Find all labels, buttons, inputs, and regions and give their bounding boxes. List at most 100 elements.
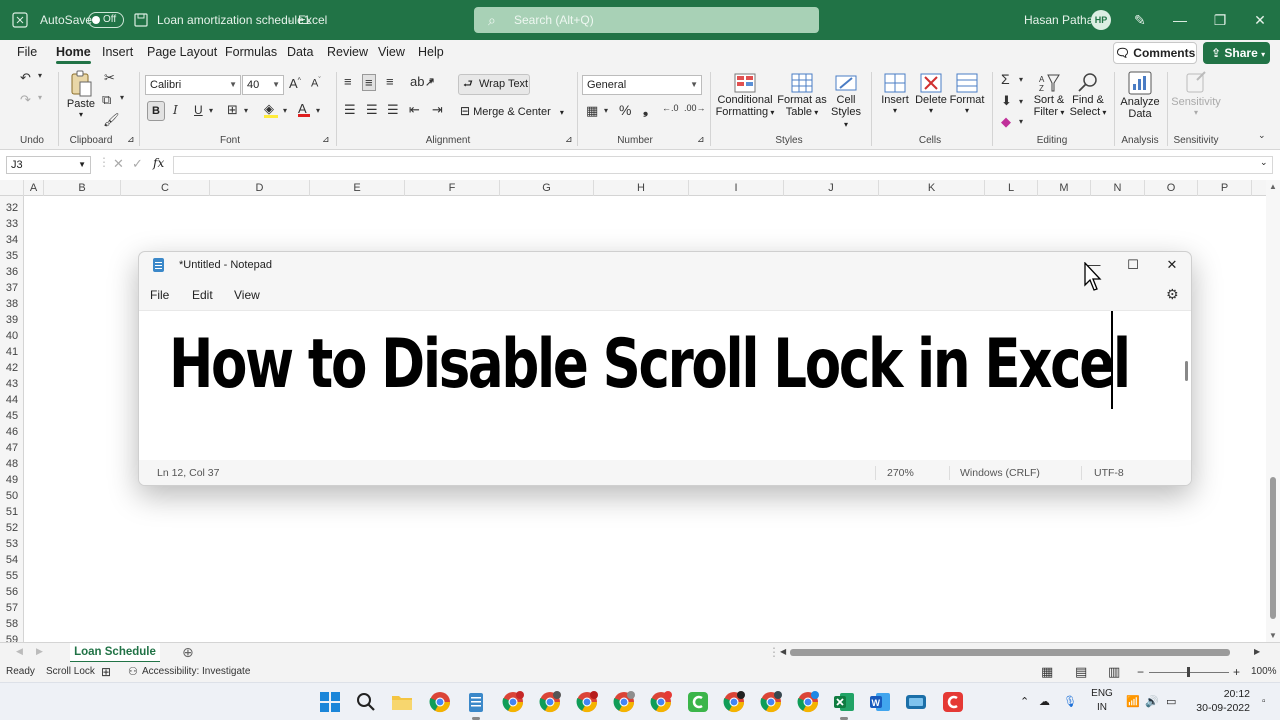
font-name-select[interactable]: Calibri ▼ — [145, 75, 241, 95]
column-header[interactable]: J — [784, 180, 879, 196]
row-header[interactable]: 56 — [0, 584, 23, 600]
row-header[interactable]: 49 — [0, 472, 23, 488]
find-select-button[interactable]: Find & Select ▾ — [1069, 72, 1107, 118]
row-header[interactable]: 48 — [0, 456, 23, 472]
notepad-taskbar-icon[interactable] — [464, 690, 488, 720]
chrome-profile-icon[interactable] — [649, 690, 673, 714]
row-header[interactable]: 47 — [0, 440, 23, 456]
column-header[interactable]: K — [879, 180, 985, 196]
column-header[interactable]: C — [121, 180, 210, 196]
tab-review[interactable]: Review — [327, 45, 368, 59]
tab-home[interactable]: Home — [56, 45, 91, 64]
sheet-tab-loan-schedule[interactable]: Loan Schedule — [70, 643, 160, 663]
row-header[interactable]: 52 — [0, 520, 23, 536]
row-header[interactable]: 50 — [0, 488, 23, 504]
italic-button[interactable]: I — [173, 103, 178, 117]
number-format-select[interactable]: General ▼ — [582, 75, 702, 95]
chevron-down-icon[interactable]: ▾ — [38, 93, 42, 102]
zoom-out-icon[interactable]: − — [1137, 662, 1144, 682]
chevron-down-icon[interactable]: ▾ — [429, 77, 433, 86]
row-header[interactable]: 40 — [0, 328, 23, 344]
row-header[interactable]: 43 — [0, 376, 23, 392]
chrome-profile-icon[interactable] — [612, 690, 636, 714]
user-name[interactable]: Hasan Pathan — [1024, 0, 1100, 40]
language-indicator[interactable]: ENG IN — [1090, 687, 1114, 715]
row-header[interactable]: 57 — [0, 600, 23, 616]
increase-decimal-icon[interactable]: ←.0 — [662, 103, 679, 113]
sort-filter-button[interactable]: AZ Sort & Filter ▾ — [1031, 72, 1067, 118]
row-header[interactable]: 37 — [0, 280, 23, 296]
row-header[interactable]: 35 — [0, 248, 23, 264]
accounting-format-icon[interactable]: ▦ — [586, 103, 598, 119]
column-header[interactable]: I — [689, 180, 784, 196]
page-break-view-icon[interactable]: ▥ — [1108, 662, 1120, 682]
row-header[interactable]: 32 — [0, 200, 23, 216]
zoom-slider-thumb[interactable] — [1187, 667, 1190, 677]
onedrive-icon[interactable]: ☁ — [1039, 683, 1050, 720]
chrome-profile-icon[interactable] — [759, 690, 783, 714]
font-size-select[interactable]: 40 ▼ — [242, 75, 284, 95]
save-icon[interactable] — [134, 0, 148, 40]
analyze-data-button[interactable]: Analyze Data — [1120, 70, 1160, 120]
clock[interactable]: 20:12 30-09-2022 — [1190, 687, 1250, 715]
status-zoom[interactable]: 100% — [1251, 662, 1277, 682]
cell-styles-button[interactable]: Cell Styles ▾ — [828, 72, 864, 130]
tab-file[interactable]: File — [17, 45, 37, 59]
excel-app-icon[interactable] — [12, 0, 28, 40]
camtasia-recorder-icon[interactable] — [941, 690, 965, 714]
tab-page-layout[interactable]: Page Layout — [147, 45, 217, 59]
maximize-icon[interactable]: ☐ — [1113, 252, 1153, 278]
format-cells-button[interactable]: Format ▾ — [949, 72, 985, 115]
redo-icon[interactable]: ↷ — [20, 92, 31, 108]
volume-icon[interactable]: 🔊 — [1145, 683, 1159, 720]
column-header[interactable]: F — [405, 180, 500, 196]
font-color-icon[interactable]: A — [298, 101, 310, 117]
chevron-down-icon[interactable]: ⌄ — [1260, 157, 1268, 168]
enter-icon[interactable]: ✓ — [132, 156, 143, 172]
row-header[interactable]: 46 — [0, 424, 23, 440]
chrome-profile-icon[interactable] — [538, 690, 562, 714]
row-header[interactable]: 33 — [0, 216, 23, 232]
file-explorer-icon[interactable] — [390, 690, 414, 714]
chevron-up-icon[interactable]: ⌃ — [1020, 683, 1029, 720]
merge-center-button[interactable]: ⊟ Merge & Center ▾ — [460, 104, 570, 118]
wrap-text-button[interactable]: ⮐ Wrap Text — [458, 74, 530, 95]
wifi-icon[interactable]: 📶 — [1126, 683, 1140, 720]
chevron-down-icon[interactable]: ▾ — [1019, 75, 1023, 84]
settings-gear-icon[interactable]: ⚙ — [1166, 286, 1179, 303]
row-header[interactable]: 53 — [0, 536, 23, 552]
insert-cells-button[interactable]: Insert ▾ — [878, 72, 912, 115]
fill-color-icon[interactable]: ◈ — [264, 101, 278, 118]
select-all-corner[interactable] — [0, 180, 24, 196]
fill-icon[interactable]: ⬇ — [1001, 93, 1012, 109]
notification-icon[interactable]: ▫ — [1262, 683, 1266, 720]
scroll-right-icon[interactable]: ▶ — [1254, 647, 1260, 656]
row-header[interactable]: 51 — [0, 504, 23, 520]
increase-font-icon[interactable]: A^ — [289, 76, 301, 91]
battery-icon[interactable]: ▭ — [1166, 683, 1176, 720]
search-icon[interactable] — [354, 690, 378, 714]
row-header[interactable]: 45 — [0, 408, 23, 424]
autosave-toggle[interactable]: Off — [88, 12, 124, 28]
column-header[interactable]: G — [500, 180, 594, 196]
row-header[interactable]: 36 — [0, 264, 23, 280]
row-header[interactable]: 59 — [0, 632, 23, 642]
row-header[interactable]: 38 — [0, 296, 23, 312]
delete-cells-button[interactable]: Delete ▾ — [914, 72, 948, 115]
excel-taskbar-icon[interactable] — [832, 690, 856, 720]
horizontal-scrollbar-thumb[interactable] — [790, 649, 1230, 656]
close-icon[interactable]: ✕ — [1240, 0, 1280, 40]
conditional-formatting-button[interactable]: Conditional Formatting ▾ — [714, 72, 776, 118]
bold-button[interactable]: B — [147, 101, 165, 121]
sensitivity-button[interactable]: Sensitivity ▾ — [1171, 70, 1221, 117]
pen-icon[interactable]: ✎ — [1134, 0, 1146, 40]
align-center-icon[interactable]: ☰ — [366, 102, 378, 118]
accessibility-icon[interactable]: ⚇ — [128, 662, 138, 682]
status-accessibility[interactable]: Accessibility: Investigate — [142, 662, 250, 682]
notepad-menu-file[interactable]: File — [150, 288, 169, 302]
chevron-down-icon[interactable]: ▾ — [316, 106, 320, 115]
chevron-down-icon[interactable]: ▾ — [120, 93, 124, 102]
notepad-menu-edit[interactable]: Edit — [192, 288, 213, 302]
notepad-scrollbar-thumb[interactable] — [1185, 361, 1188, 381]
collapse-ribbon-icon[interactable]: ⌄ — [1258, 130, 1266, 141]
